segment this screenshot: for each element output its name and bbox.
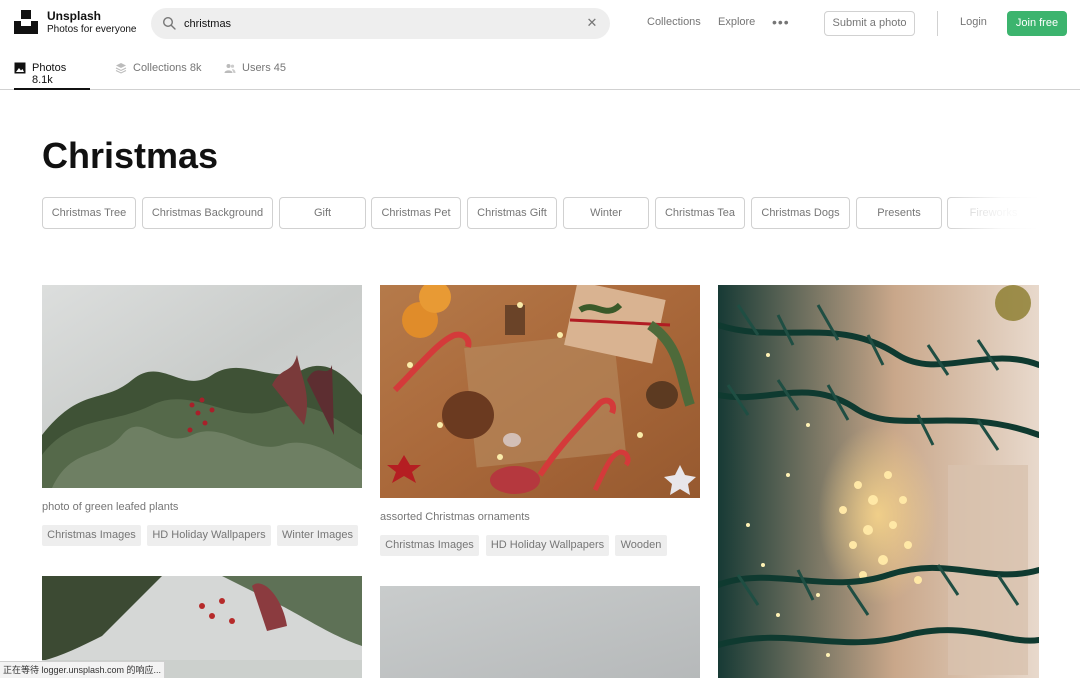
unsplash-logo-icon[interactable] — [14, 10, 38, 34]
related-chip[interactable]: Winter — [563, 197, 649, 229]
related-chip[interactable]: Christmas Gift — [467, 197, 557, 229]
search-bar: ✕ — [151, 8, 610, 39]
join-free-button[interactable]: Join free — [1007, 11, 1067, 36]
related-searches: Christmas Tree Christmas Background Gift… — [42, 197, 1039, 229]
tab-photos-label: Photos 8.1k — [31, 62, 67, 86]
related-chip[interactable]: Christmas Background — [142, 197, 273, 229]
nav-collections-link[interactable]: Collections — [647, 16, 701, 28]
submit-photo-button[interactable]: Submit a photo — [824, 11, 915, 36]
related-chip[interactable]: Christmas Tree — [42, 197, 136, 229]
photo-gray-background[interactable] — [380, 586, 700, 678]
clear-search-icon[interactable]: ✕ — [586, 16, 598, 30]
photo-icon — [14, 62, 26, 74]
related-chip[interactable]: Christmas Dogs — [751, 197, 850, 229]
related-chip[interactable]: Christmas Pet — [371, 197, 461, 229]
brand[interactable]: Unsplash Photos for everyone — [47, 10, 137, 35]
photo-image — [380, 586, 700, 678]
tab-photos[interactable]: Photos 8.1k — [14, 56, 90, 90]
photo-tag[interactable]: Christmas Images — [380, 535, 479, 556]
related-chip[interactable]: Fireworks — [947, 197, 1039, 229]
search-icon[interactable] — [162, 16, 176, 30]
login-link[interactable]: Login — [960, 16, 987, 28]
photo-image — [718, 285, 1039, 678]
photo-tag[interactable]: HD Holiday Wallpapers — [147, 525, 271, 546]
photo-caption: photo of green leafed plants — [42, 501, 179, 513]
brand-tagline: Photos for everyone — [47, 24, 137, 35]
photo-caption: assorted Christmas ornaments — [380, 511, 530, 523]
related-chip[interactable]: Presents — [856, 197, 942, 229]
tab-collections-label: Collections 8k — [133, 62, 202, 74]
related-chip[interactable]: Gift — [279, 197, 366, 229]
header-divider — [937, 11, 938, 36]
photo-christmas-tree-lights[interactable] — [718, 285, 1039, 678]
browser-status-bar: 正在等待 logger.unsplash.com 的响应... — [0, 661, 166, 678]
top-bar: Unsplash Photos for everyone ✕ Collectio… — [0, 0, 1080, 46]
users-icon — [224, 64, 236, 73]
photo-tag[interactable]: Wooden — [615, 535, 667, 556]
tab-users-label: Users 45 — [242, 62, 287, 74]
nav-explore-link[interactable]: Explore — [718, 16, 755, 28]
photo-tag[interactable]: Winter Images — [277, 525, 358, 546]
brand-name: Unsplash — [47, 9, 102, 23]
photo-image — [42, 285, 362, 488]
tab-collections[interactable]: Collections 8k — [115, 56, 201, 90]
collections-icon — [115, 63, 127, 74]
photo-christmas-ornaments[interactable] — [380, 285, 700, 498]
photo-tag[interactable]: Christmas Images — [42, 525, 141, 546]
page-title: Christmas — [42, 135, 219, 176]
photo-image — [380, 285, 700, 498]
photo-tag[interactable]: HD Holiday Wallpapers — [486, 535, 609, 556]
related-chip[interactable]: Christmas Tea — [655, 197, 745, 229]
search-tabs: Photos 8.1k Collections 8k Users 45 — [0, 56, 1080, 90]
tab-users[interactable]: Users 45 — [224, 56, 286, 90]
more-menu-icon[interactable]: ••• — [772, 14, 790, 30]
photo-green-leafed-plants[interactable] — [42, 285, 362, 488]
search-input[interactable] — [184, 8, 574, 39]
